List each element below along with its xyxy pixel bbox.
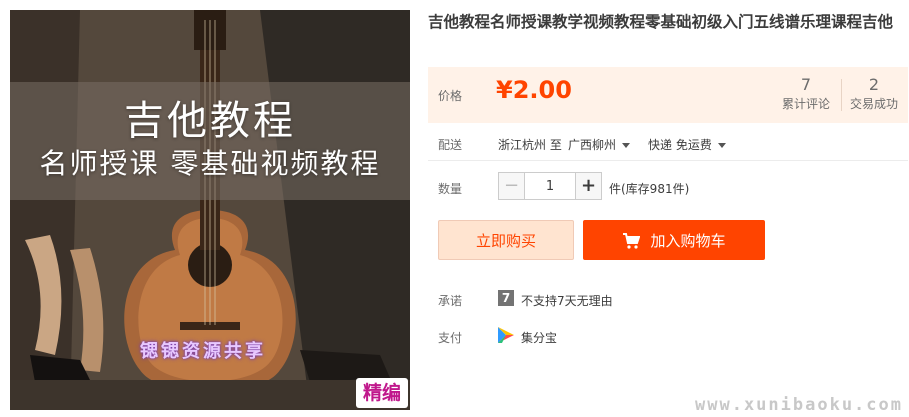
deals-stat: 2 交易成功 (844, 75, 904, 113)
product-image[interactable]: 吉他教程 名师授课 零基础视频教程 锶锶资源共享 精编 (10, 10, 410, 410)
product-title: 吉他教程名师授课教学视频教程零基础初级入门五线谱乐理课程吉他 (428, 13, 894, 31)
reviews-stat[interactable]: 7 累计评论 (776, 75, 836, 113)
buy-now-button[interactable]: 立即购买 (438, 220, 574, 260)
reviews-count: 7 (800, 75, 812, 94)
quantity-decrease-button[interactable]: − (499, 173, 525, 199)
quantity-increase-button[interactable]: + (575, 173, 601, 199)
section-divider (428, 160, 908, 161)
shipping-dropdown[interactable]: 快递 免运费 (648, 136, 726, 153)
price-label: 价格 (438, 89, 463, 103)
quantity-row: 数量 − + 件(库存981件) (428, 172, 908, 202)
add-to-cart-label: 加入购物车 (650, 232, 726, 250)
delivery-destination: 广西柳州 (568, 138, 617, 152)
site-watermark: www.xunibaoku.com (695, 395, 903, 415)
deals-count: 2 (868, 75, 880, 94)
promise-label: 承诺 (438, 294, 463, 308)
deals-label: 交易成功 (849, 97, 898, 111)
payment-row: 支付 集分宝 (428, 326, 908, 346)
price-value: ¥2.00 (496, 76, 572, 104)
chevron-down-icon (622, 143, 631, 148)
jifenbao-icon (498, 327, 514, 343)
shipping-method: 快递 免运费 (648, 138, 712, 152)
add-to-cart-button[interactable]: 加入购物车 (583, 220, 765, 260)
payment-text: 集分宝 (521, 331, 558, 345)
stat-divider (841, 79, 842, 111)
cart-icon (623, 233, 641, 249)
delivery-destination-dropdown[interactable]: 广西柳州 (568, 136, 631, 153)
delivery-row: 配送 浙江杭州 至 广西柳州 快递 免运费 (428, 133, 908, 155)
image-watermark: 锶锶资源共享 (140, 341, 266, 362)
quantity-stepper: − + (498, 172, 602, 200)
promise-row: 承诺 7 不支持7天无理由 (428, 289, 908, 309)
delivery-label: 配送 (438, 138, 463, 152)
image-badge: 精编 (356, 378, 408, 408)
promise-text[interactable]: 不支持7天无理由 (521, 292, 613, 309)
chevron-down-icon (717, 143, 726, 148)
quantity-input[interactable] (525, 173, 575, 199)
quantity-label: 数量 (438, 182, 463, 196)
reviews-label: 累计评论 (781, 97, 830, 111)
image-title: 吉他教程 (124, 98, 296, 144)
stock-info: 件(库存981件) (609, 182, 690, 196)
delivery-from: 浙江杭州 至 (498, 138, 562, 152)
seven-day-icon: 7 (498, 290, 514, 306)
image-subtitle: 名师授课 零基础视频教程 (39, 147, 381, 180)
price-panel: 价格 ¥2.00 7 累计评论 2 交易成功 (428, 67, 908, 123)
payment-label: 支付 (438, 331, 463, 345)
